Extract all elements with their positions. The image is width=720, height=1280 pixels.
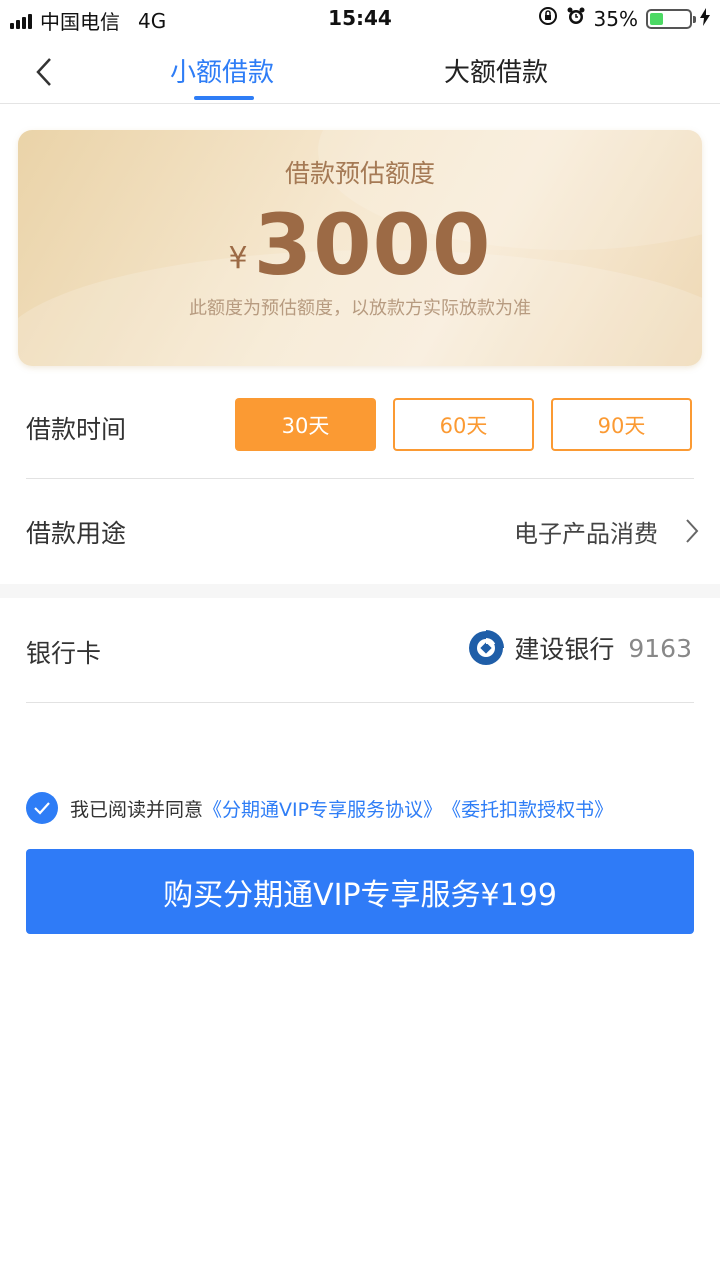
term-30-button[interactable]: 30天 — [235, 398, 376, 451]
nav-bar: 小额借款 大额借款 — [0, 36, 720, 104]
back-button[interactable] — [26, 52, 62, 92]
battery-icon — [646, 8, 696, 29]
tab-large-loan-label: 大额借款 — [444, 58, 549, 88]
loan-purpose-value[interactable]: 电子产品消费 — [514, 514, 658, 549]
agreement-checkbox[interactable] — [26, 792, 58, 824]
bank-card-label: 银行卡 — [26, 639, 102, 668]
section-separator — [0, 584, 720, 598]
loan-time-label: 借款时间 — [26, 415, 127, 444]
vip-service-agreement-link[interactable]: 《分期通VIP专享服务协议》 — [203, 795, 442, 822]
quota-amount: ¥3000 — [18, 196, 702, 294]
divider — [26, 702, 694, 703]
term-60-button[interactable]: 60天 — [393, 398, 534, 451]
charging-icon — [700, 7, 710, 31]
chevron-left-icon — [36, 58, 51, 86]
loan-purpose-label: 借款用途 — [26, 519, 127, 548]
ccb-logo-icon — [468, 630, 505, 666]
chevron-right-icon[interactable] — [682, 516, 702, 546]
debit-authorization-link[interactable]: 《委托扣款授权书》 — [442, 795, 613, 822]
tab-small-loan-label: 小额借款 — [170, 58, 275, 88]
status-bar: 中国电信 4G 15:44 35% — [0, 0, 720, 36]
currency-symbol: ¥ — [228, 241, 248, 276]
checkmark-icon — [34, 802, 50, 815]
battery-fill — [650, 12, 664, 25]
tab-small-loan[interactable]: 小额借款 — [170, 52, 274, 102]
bank-card-selector[interactable]: 建设银行 9163 — [468, 630, 692, 666]
alarm-icon — [566, 6, 586, 31]
agreement-prefix: 我已阅读并同意 — [70, 798, 204, 821]
term-90-button[interactable]: 90天 — [551, 398, 692, 451]
quota-title: 借款预估额度 — [284, 159, 435, 188]
agreement-row: 我已阅读并同意 《分期通VIP专享服务协议》 《委托扣款授权书》 — [26, 792, 613, 824]
rotation-lock-icon — [538, 6, 558, 31]
battery-tip — [693, 15, 696, 23]
quota-card: 借款预估额度 ¥3000 此额度为预估额度，以放款方实际放款为准 — [18, 130, 702, 366]
amount-value: 3000 — [253, 196, 492, 294]
tab-active-indicator — [194, 96, 254, 100]
divider — [26, 478, 694, 479]
bank-name: 建设银行 — [514, 635, 615, 664]
buy-vip-button[interactable]: 购买分期通VIP专享服务¥199 — [26, 849, 694, 934]
card-number-tail: 9163 — [628, 633, 692, 663]
battery-percent: 35% — [593, 6, 638, 31]
tab-large-loan[interactable]: 大额借款 — [444, 52, 548, 102]
quota-note: 此额度为预估额度，以放款方实际放款为准 — [189, 298, 531, 319]
status-right: 35% — [538, 6, 710, 31]
